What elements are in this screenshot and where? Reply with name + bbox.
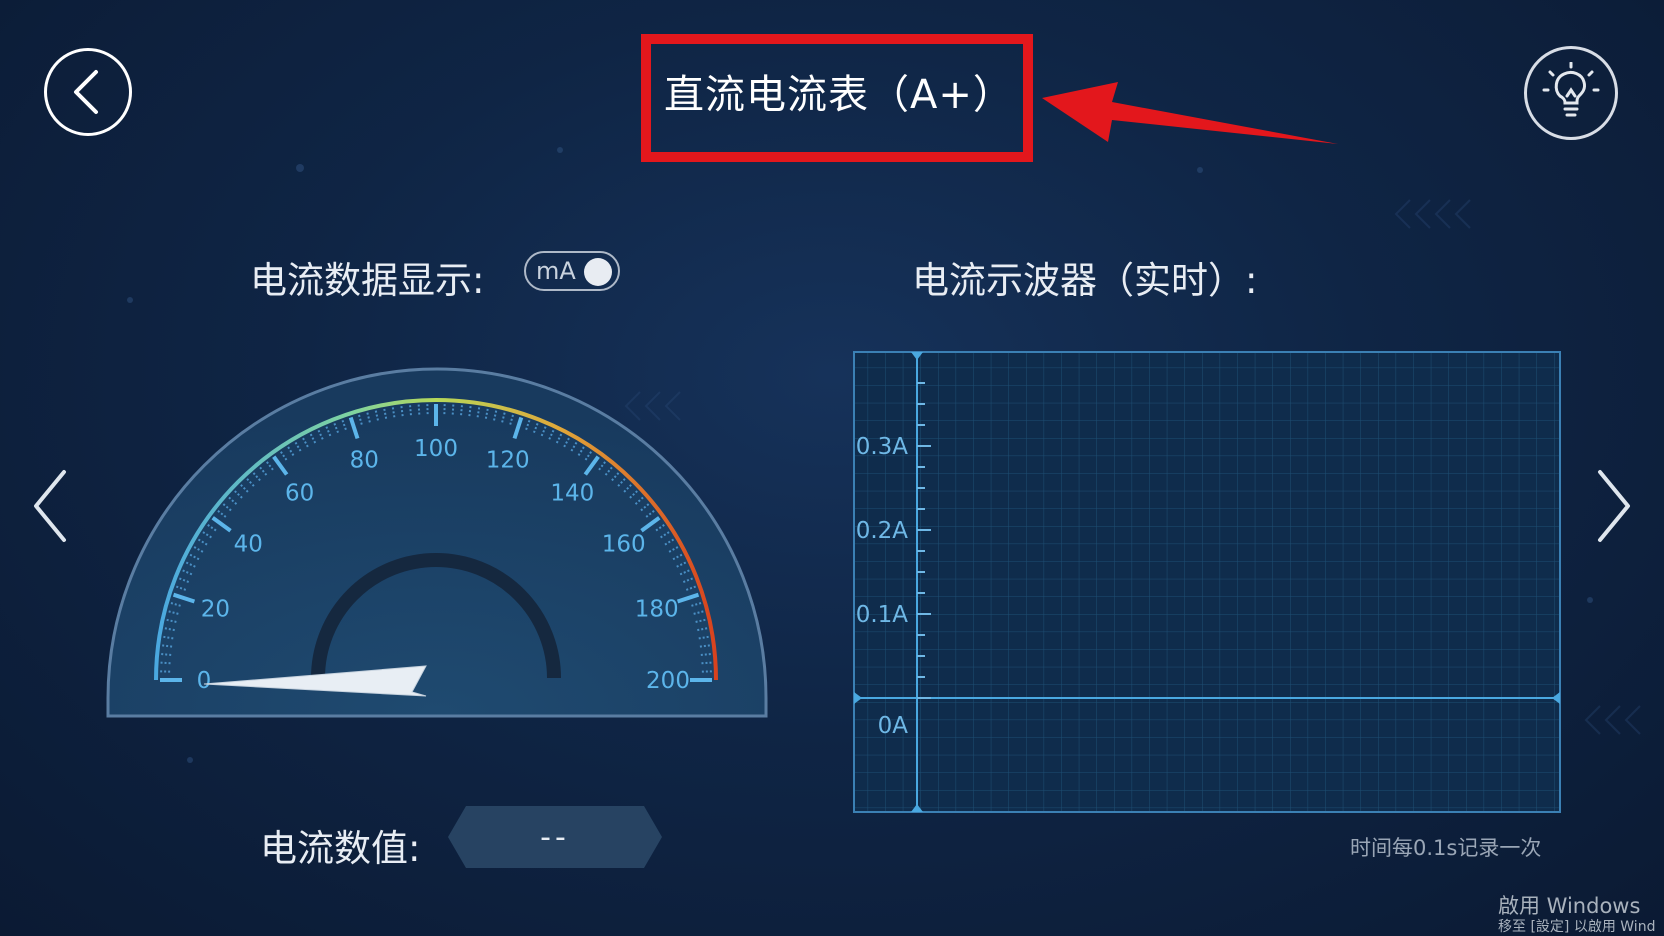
- current-display-label: 电流数据显示:: [250, 259, 485, 302]
- annotation-arrow: [1042, 82, 1338, 144]
- gauge-tick-label: 200: [646, 668, 690, 694]
- gauge-minor-tick: [409, 405, 412, 416]
- scope-y-tick-label: 0.2A: [856, 518, 909, 544]
- page-title: 直流电流表（A+）: [664, 72, 1014, 118]
- gauge-minor-tick: [700, 653, 711, 656]
- sampling-note: 时间每0.1s记录一次: [1350, 836, 1542, 860]
- current-value-label: 电流数值:: [260, 827, 421, 870]
- oscilloscope-label: 电流示波器（实时）:: [912, 259, 1258, 302]
- gauge-tick-label: 100: [414, 436, 458, 462]
- unit-toggle-label: mA: [536, 257, 576, 285]
- gauge-tick-label: 160: [602, 532, 646, 558]
- gauge-minor-tick: [400, 406, 404, 417]
- gauge-tick-label: 0: [197, 668, 212, 694]
- chevron-left-icon: [34, 470, 66, 542]
- gauge-minor-tick: [699, 644, 710, 648]
- hint-button[interactable]: [1524, 46, 1618, 140]
- gauge-tick-label: 180: [635, 596, 679, 622]
- chevron-left-icon: [74, 70, 98, 114]
- gauge-tick-label: 120: [486, 447, 530, 473]
- gauge-minor-tick: [162, 644, 173, 648]
- lightbulb-icon: [1542, 62, 1600, 117]
- current-value: --: [540, 819, 570, 855]
- chevron-right-icon: [1598, 470, 1630, 542]
- gauge-tick-label: 80: [350, 447, 379, 473]
- previous-arrow[interactable]: [30, 468, 70, 544]
- scope-grid: [855, 353, 1559, 811]
- unit-toggle[interactable]: mA: [524, 251, 620, 291]
- oscilloscope-chart: 0.3A 0.2A 0.1A 0A: [853, 351, 1561, 813]
- toggle-knob: [584, 258, 612, 286]
- next-arrow[interactable]: [1594, 468, 1634, 544]
- gauge-minor-tick: [417, 404, 421, 415]
- scope-y-tick-label: 0.3A: [856, 434, 909, 460]
- back-button[interactable]: [44, 48, 132, 136]
- gauge-tick-label: 140: [550, 480, 594, 506]
- gauge-minor-tick: [460, 405, 463, 416]
- scope-y-tick-label: 0A: [878, 713, 909, 739]
- gauge-minor-tick: [701, 661, 712, 665]
- gauge-tick-label: 40: [234, 532, 263, 558]
- gauge-tick-label: 20: [201, 596, 230, 622]
- gauge-minor-tick: [160, 661, 171, 665]
- gauge-minor-tick: [451, 404, 455, 415]
- gauge-tick-label: 60: [285, 480, 314, 506]
- scope-y-tick-label: 0.1A: [856, 602, 909, 628]
- gauge-minor-tick: [468, 406, 472, 417]
- gauge-minor-tick: [161, 653, 172, 656]
- windows-activation-hint: 移至 [設定] 以啟用 Wind: [1498, 919, 1656, 935]
- current-gauge: 0 20 40 60 80 100 120 140 160 180 200: [106, 367, 768, 718]
